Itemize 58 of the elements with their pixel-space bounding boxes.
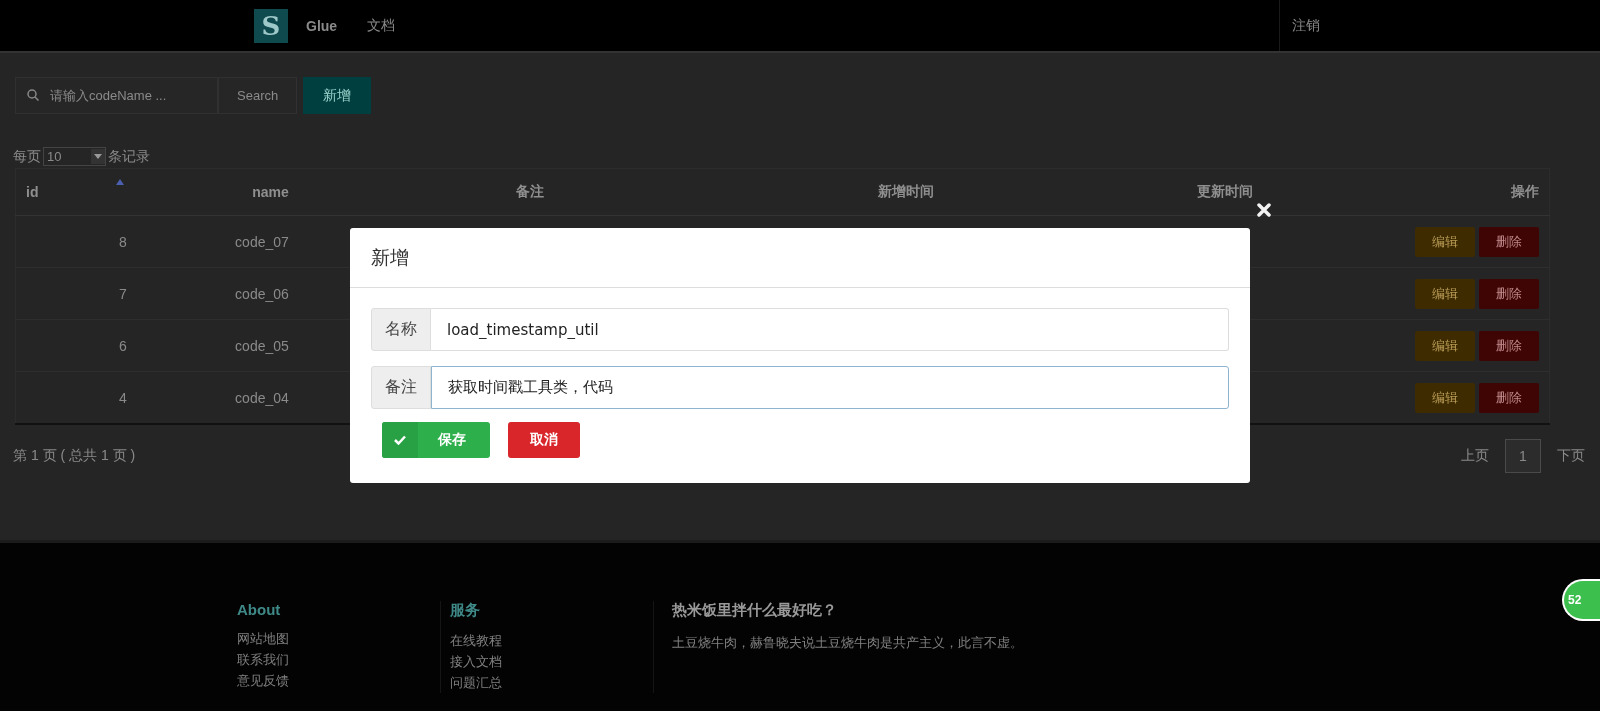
footer-link[interactable]: 问题汇总 xyxy=(450,672,653,693)
table-cell: code_06 xyxy=(235,285,289,302)
table-cell: code_07 xyxy=(235,233,289,250)
nav-link[interactable]: Glue xyxy=(306,17,338,34)
page-size-label: 条记录 xyxy=(108,147,150,166)
delete-button[interactable]: 删除 xyxy=(1479,382,1539,413)
field-label: 名称 xyxy=(371,308,431,351)
logout-link[interactable]: 注销 xyxy=(1292,16,1320,35)
column-header[interactable]: 更新时间 xyxy=(1196,183,1253,199)
footer-link[interactable]: 在线教程 xyxy=(450,630,653,651)
nav-link[interactable]: 文档 xyxy=(367,16,396,35)
add-button[interactable]: 新增 xyxy=(303,77,372,114)
prev-page-link[interactable]: 上页 xyxy=(1461,447,1489,465)
page-size-select[interactable]: 10 xyxy=(43,147,106,166)
check-icon xyxy=(394,435,406,445)
table-cell: 6 xyxy=(119,337,127,354)
footer-article-text: 土豆烧牛肉，赫鲁晓夫说土豆烧牛肉是共产主义，此言不虚。 xyxy=(672,635,1023,650)
sort-arrow-icon[interactable] xyxy=(116,179,124,185)
delete-button[interactable]: 删除 xyxy=(1479,226,1539,257)
save-button[interactable]: 保存 xyxy=(382,422,490,458)
field-label: 备注 xyxy=(371,366,431,409)
column-header[interactable]: name xyxy=(252,184,289,200)
next-page-link[interactable]: 下页 xyxy=(1557,447,1585,465)
footer-heading: About xyxy=(237,601,282,618)
page-summary: 第 1 页 ( 总共 1 页 ) xyxy=(13,447,136,465)
footer-link[interactable]: 联系我们 xyxy=(237,649,440,670)
footer-link[interactable]: 网站地图 xyxy=(237,628,440,649)
column-header[interactable]: 备注 xyxy=(515,183,544,199)
search-field[interactable]: 请输入codeName ... xyxy=(15,77,218,114)
column-header[interactable]: 操作 xyxy=(1511,183,1539,199)
table-cell: code_05 xyxy=(235,337,289,354)
edit-button[interactable]: 编辑 xyxy=(1415,278,1475,309)
search-icon xyxy=(27,89,39,101)
footer-link[interactable]: 接入文档 xyxy=(450,651,653,672)
close-icon[interactable] xyxy=(1257,203,1271,217)
footer-link[interactable]: 意见反馈 xyxy=(237,670,440,691)
delete-button[interactable]: 删除 xyxy=(1479,278,1539,309)
page-number[interactable]: 1 xyxy=(1505,439,1541,473)
edit-button[interactable]: 编辑 xyxy=(1415,382,1475,413)
footer-article-title: 热米饭里拌什么最好吃？ xyxy=(672,601,838,620)
table-cell: 4 xyxy=(119,389,127,406)
input-field[interactable]: load_timestamp_util xyxy=(431,308,1229,351)
table-cell: code_04 xyxy=(235,389,289,406)
logo[interactable]: S xyxy=(254,8,288,43)
caret-icon xyxy=(94,154,102,159)
cancel-button[interactable]: 取消 xyxy=(508,422,580,458)
input-field[interactable]: 获取时间戳工具类，代码 xyxy=(431,366,1229,409)
delete-button[interactable]: 删除 xyxy=(1479,330,1539,361)
page-size-label: 每页 xyxy=(13,147,41,166)
edit-button[interactable]: 编辑 xyxy=(1415,226,1475,257)
table-cell: 7 xyxy=(119,285,127,302)
edit-button[interactable]: 编辑 xyxy=(1415,330,1475,361)
footer-heading: 服务 xyxy=(450,601,481,620)
column-header[interactable]: 新增时间 xyxy=(878,183,935,199)
table-cell: 8 xyxy=(119,233,127,250)
dialog-title: 新增 xyxy=(371,245,409,270)
search-button[interactable]: Search xyxy=(218,77,298,114)
column-header[interactable]: id xyxy=(26,184,39,200)
